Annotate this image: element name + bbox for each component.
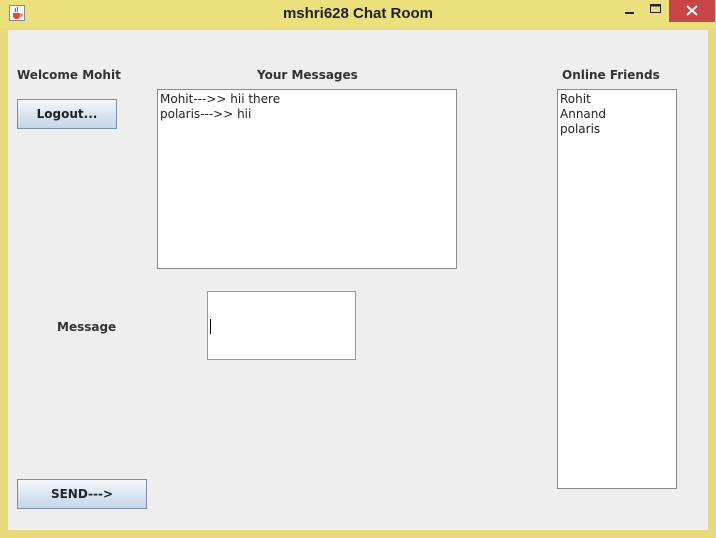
friend-item[interactable]: polaris <box>560 122 674 137</box>
content-panel: Welcome Mohit Logout... Your Messages Mo… <box>8 30 708 530</box>
send-button[interactable]: SEND---> <box>17 479 147 509</box>
messages-area[interactable]: Mohit--->> hii there polaris--->> hii <box>157 89 457 269</box>
logout-button[interactable]: Logout... <box>17 99 117 129</box>
window-title: mshri628 Chat Room <box>282 5 434 22</box>
minimize-button[interactable] <box>618 0 640 22</box>
chat-window: mshri628 Chat Room Welcome Mohit Logout.… <box>0 0 716 538</box>
message-label: Message <box>57 320 117 334</box>
title-bar: mshri628 Chat Room <box>0 0 716 28</box>
friends-heading: Online Friends <box>562 68 660 82</box>
friend-item[interactable]: Rohit <box>560 92 674 107</box>
maximize-icon <box>650 4 661 13</box>
message-line: polaris--->> hii <box>160 107 252 121</box>
maximize-button[interactable] <box>644 0 666 22</box>
minimize-icon <box>625 12 634 14</box>
friend-item[interactable]: Annand <box>560 107 674 122</box>
close-icon <box>686 5 698 16</box>
close-button[interactable] <box>669 0 715 22</box>
welcome-label: Welcome Mohit <box>17 68 121 82</box>
text-caret <box>210 319 211 334</box>
friends-list[interactable]: Rohit Annand polaris <box>557 89 677 489</box>
message-line: Mohit--->> hii there <box>160 92 281 106</box>
messages-heading: Your Messages <box>257 68 358 82</box>
message-input[interactable] <box>207 291 356 360</box>
